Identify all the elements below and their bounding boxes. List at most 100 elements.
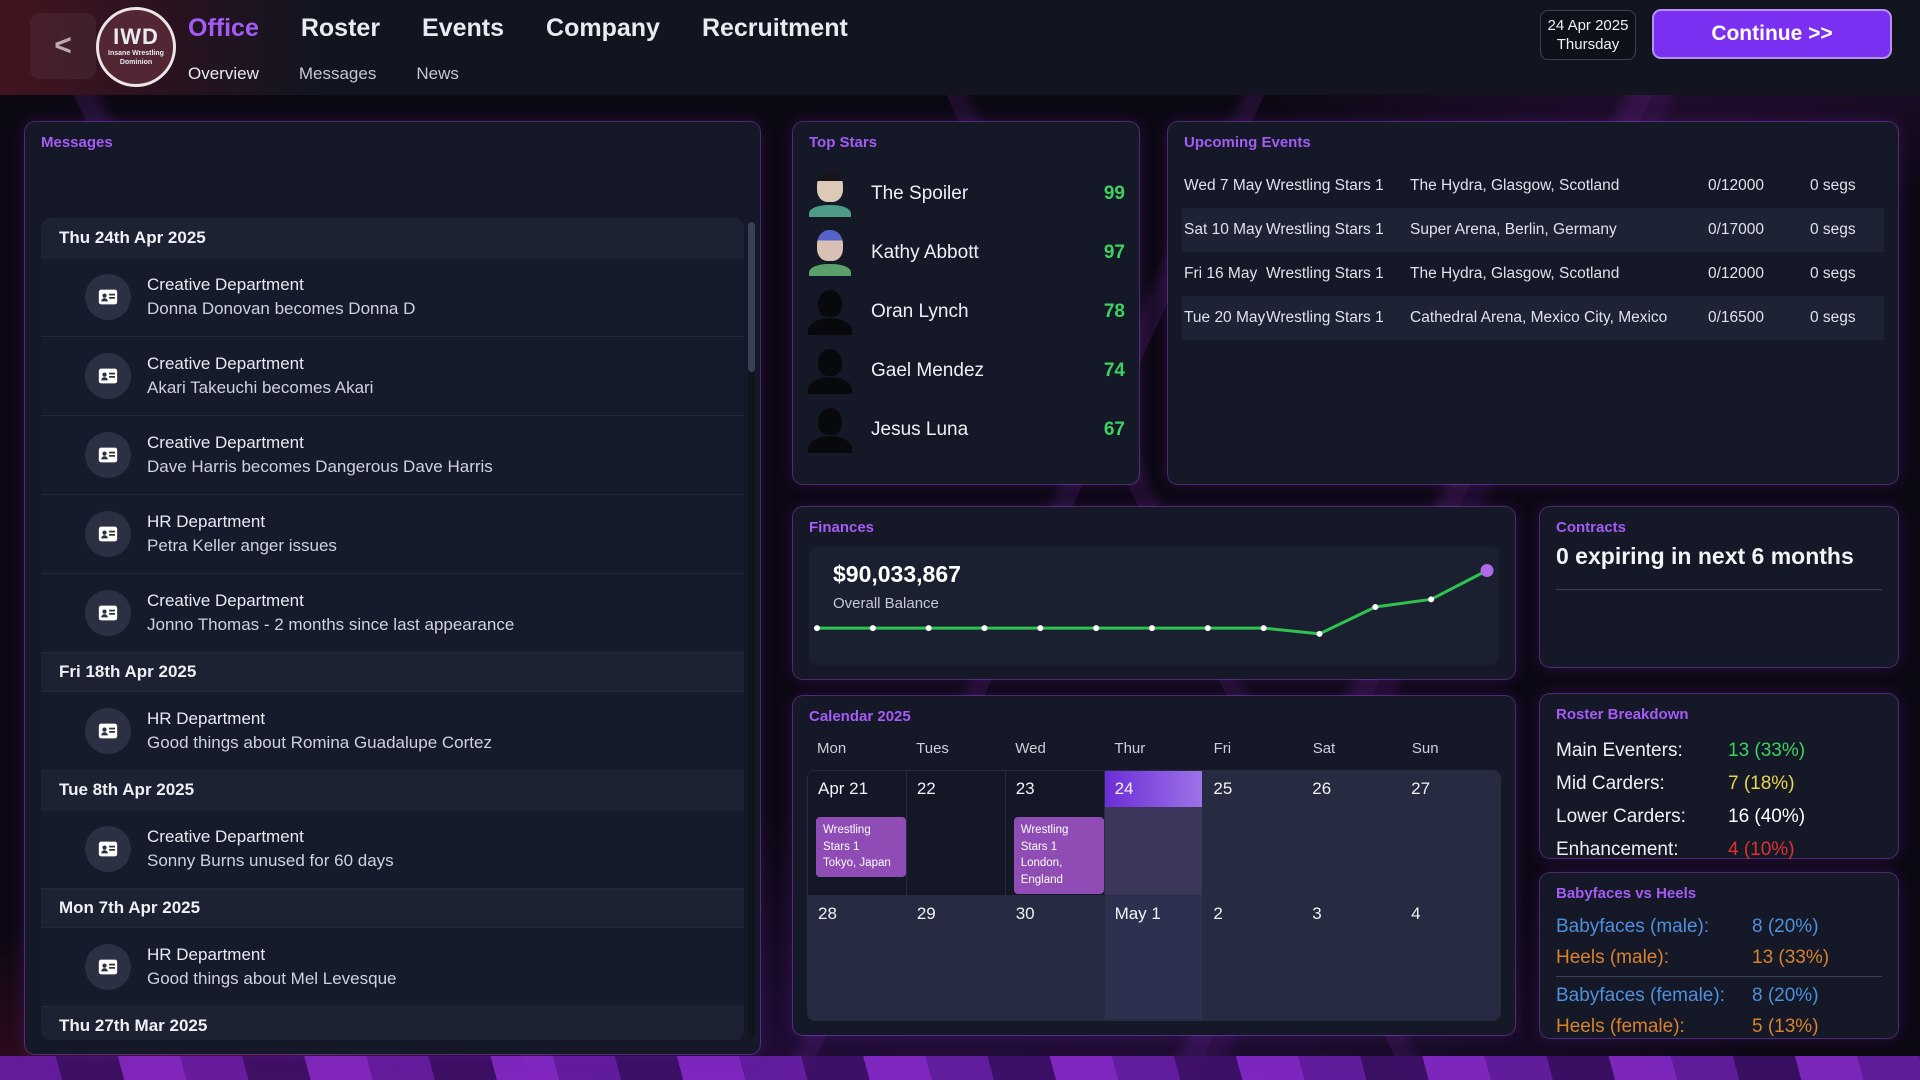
calendar-date-label: 2 — [1203, 896, 1301, 932]
contracts-summary: 0 expiring in next 6 months — [1556, 543, 1854, 570]
messages-scrollbar[interactable] — [748, 220, 755, 1038]
id-card-icon — [85, 511, 131, 557]
message-row[interactable]: Creative Department Dave Harris becomes … — [41, 415, 744, 494]
message-item[interactable]: HR Department Good things about Mel Leve… — [41, 927, 744, 1006]
star-row[interactable]: Kathy Abbott 97 — [807, 223, 1125, 282]
nav-item[interactable]: Roster — [301, 14, 380, 43]
message-from: HR Department — [147, 945, 397, 965]
message-row[interactable]: Creative Department Akari Takeuchi becom… — [41, 336, 744, 415]
event-row[interactable]: Tue 20 May Wrestling Stars 1 Cathedral A… — [1182, 296, 1884, 340]
subnav-item[interactable]: News — [416, 64, 459, 84]
overall-balance-value: $90,033,867 — [833, 561, 961, 588]
nav-item[interactable]: Office — [188, 14, 259, 43]
calendar-cell[interactable]: 25 — [1203, 771, 1302, 896]
message-row[interactable]: Fri 18th Apr 2025 — [41, 652, 744, 691]
calendar-date-label: 22 — [907, 771, 1005, 807]
star-name: The Spoiler — [871, 183, 968, 205]
alignment-value: 13 (33%) — [1752, 947, 1829, 969]
subnav-item[interactable]: Overview — [188, 64, 259, 84]
message-row[interactable]: HR Department Petra Keller anger issues — [41, 494, 744, 573]
calendar-cell[interactable]: 28 — [808, 896, 907, 1021]
event-show-name: Wrestling Stars 1 — [1266, 177, 1410, 195]
message-text: HR Department Good things about Mel Leve… — [147, 945, 397, 989]
event-segments: 0 segs — [1810, 177, 1882, 195]
alignment-label: Babyfaces (male): — [1556, 916, 1752, 938]
calendar-cell[interactable]: 30 — [1006, 896, 1105, 1021]
message-row[interactable]: Creative Department Donna Donovan become… — [41, 257, 744, 336]
star-row[interactable]: Oran Lynch 78 — [807, 282, 1125, 341]
message-row[interactable]: Mon 7th Apr 2025 — [41, 888, 744, 927]
calendar-cell[interactable]: 29 — [907, 896, 1006, 1021]
company-logo: IWD Insane Wrestling Dominion — [96, 7, 176, 87]
message-item[interactable]: Creative Department Donna Donovan become… — [41, 257, 744, 336]
message-date-header: Fri 18th Apr 2025 — [41, 652, 744, 691]
star-row[interactable]: The Spoiler 99 — [807, 164, 1125, 223]
calendar-event-badge[interactable]: Wrestling Stars 1 London, England — [1014, 817, 1104, 894]
calendar-cell[interactable]: 22 — [907, 771, 1006, 896]
event-date: Sat 10 May — [1184, 221, 1266, 239]
wrestler-avatar — [807, 230, 853, 276]
roster-breakdown-title: Roster Breakdown — [1556, 706, 1689, 723]
top-stars-list: The Spoiler 99 Kathy Abbott 97 Oran Lync… — [807, 164, 1125, 459]
logo-name: Insane Wrestling Dominion — [108, 50, 164, 68]
message-subject: Good things about Mel Levesque — [147, 969, 397, 989]
nav-item[interactable]: Recruitment — [702, 14, 848, 43]
roster-breakdown-row: Main Eventers: 13 (33%) — [1556, 734, 1882, 767]
overall-balance-label: Overall Balance — [833, 595, 939, 612]
message-row[interactable]: Creative Department Jonno Thomas - 2 mon… — [41, 573, 744, 652]
calendar-date-label: 23 — [1006, 771, 1104, 807]
calendar-cell[interactable]: 2 — [1203, 896, 1302, 1021]
message-item[interactable]: Creative Department Dave Harris becomes … — [41, 415, 744, 494]
faces-vs-heels-title: Babyfaces vs Heels — [1556, 885, 1696, 902]
message-item[interactable]: HR Department Petra Keller anger issues — [41, 494, 744, 573]
subnav-item[interactable]: Messages — [299, 64, 376, 84]
message-row[interactable]: Tue 8th Apr 2025 — [41, 770, 744, 809]
message-row[interactable]: Thu 27th Mar 2025 — [41, 1006, 744, 1040]
message-item[interactable]: Creative Department Sonny Burns unused f… — [41, 809, 744, 888]
calendar-date-label: 29 — [907, 896, 1005, 932]
logo-abbr: IWD — [113, 26, 159, 48]
event-show-name: Wrestling Stars 1 — [1266, 309, 1410, 327]
nav-item[interactable]: Company — [546, 14, 660, 43]
star-name: Gael Mendez — [871, 360, 984, 382]
faces-heels-row: Babyfaces (male): 8 (20%) — [1556, 911, 1882, 942]
calendar-cell[interactable]: Apr 21 Wrestling Stars 1 Tokyo, Japan — [808, 771, 907, 896]
message-row[interactable]: HR Department Good things about Mel Leve… — [41, 927, 744, 1006]
calendar-cell[interactable]: 4 — [1401, 896, 1500, 1021]
event-row[interactable]: Wed 7 May Wrestling Stars 1 The Hydra, G… — [1182, 164, 1884, 208]
message-item[interactable]: Creative Department Jonno Thomas - 2 mon… — [41, 573, 744, 652]
star-row[interactable]: Jesus Luna 67 — [807, 400, 1125, 459]
calendar-date-label: 28 — [808, 896, 906, 932]
calendar-day-header: Mon — [807, 740, 906, 757]
event-segments: 0 segs — [1810, 221, 1882, 239]
messages-scrollbar-thumb[interactable] — [748, 222, 755, 372]
calendar-cell[interactable]: 27 — [1401, 771, 1500, 896]
calendar-cell[interactable]: May 1 — [1105, 896, 1204, 1021]
event-row[interactable]: Sat 10 May Wrestling Stars 1 Super Arena… — [1182, 208, 1884, 252]
calendar-cell[interactable]: 26 — [1302, 771, 1401, 896]
wrestler-avatar — [807, 171, 853, 217]
calendar-date-label: Apr 21 — [808, 771, 906, 807]
message-text: Creative Department Donna Donovan become… — [147, 275, 415, 319]
faces-vs-heels-panel: Babyfaces vs Heels Babyfaces (male): 8 (… — [1540, 873, 1898, 1038]
message-row[interactable]: HR Department Good things about Romina G… — [41, 691, 744, 770]
alignment-value: 8 (20%) — [1752, 916, 1819, 938]
calendar-cell[interactable]: 24 — [1105, 771, 1204, 896]
message-item[interactable]: Creative Department Akari Takeuchi becom… — [41, 336, 744, 415]
nav-item[interactable]: Events — [422, 14, 504, 43]
event-venue: The Hydra, Glasgow, Scotland — [1410, 265, 1708, 283]
continue-button[interactable]: Continue >> — [1652, 9, 1892, 59]
message-row[interactable]: Thu 24th Apr 2025 — [41, 218, 744, 257]
message-item[interactable]: HR Department Good things about Romina G… — [41, 691, 744, 770]
message-from: HR Department — [147, 709, 492, 729]
message-row[interactable]: Creative Department Sonny Burns unused f… — [41, 809, 744, 888]
event-row[interactable]: Fri 16 May Wrestling Stars 1 The Hydra, … — [1182, 252, 1884, 296]
star-rating: 99 — [1104, 183, 1125, 205]
calendar-cell[interactable]: 23 Wrestling Stars 1 London, England — [1006, 771, 1105, 896]
calendar-cell[interactable]: 3 — [1302, 896, 1401, 1021]
calendar-event-badge[interactable]: Wrestling Stars 1 Tokyo, Japan — [816, 817, 906, 877]
roster-category-label: Mid Carders: — [1556, 773, 1728, 795]
back-button[interactable]: < — [30, 13, 96, 79]
main-nav: Office Roster Events Company Recruitment — [188, 14, 848, 43]
star-row[interactable]: Gael Mendez 74 — [807, 341, 1125, 400]
